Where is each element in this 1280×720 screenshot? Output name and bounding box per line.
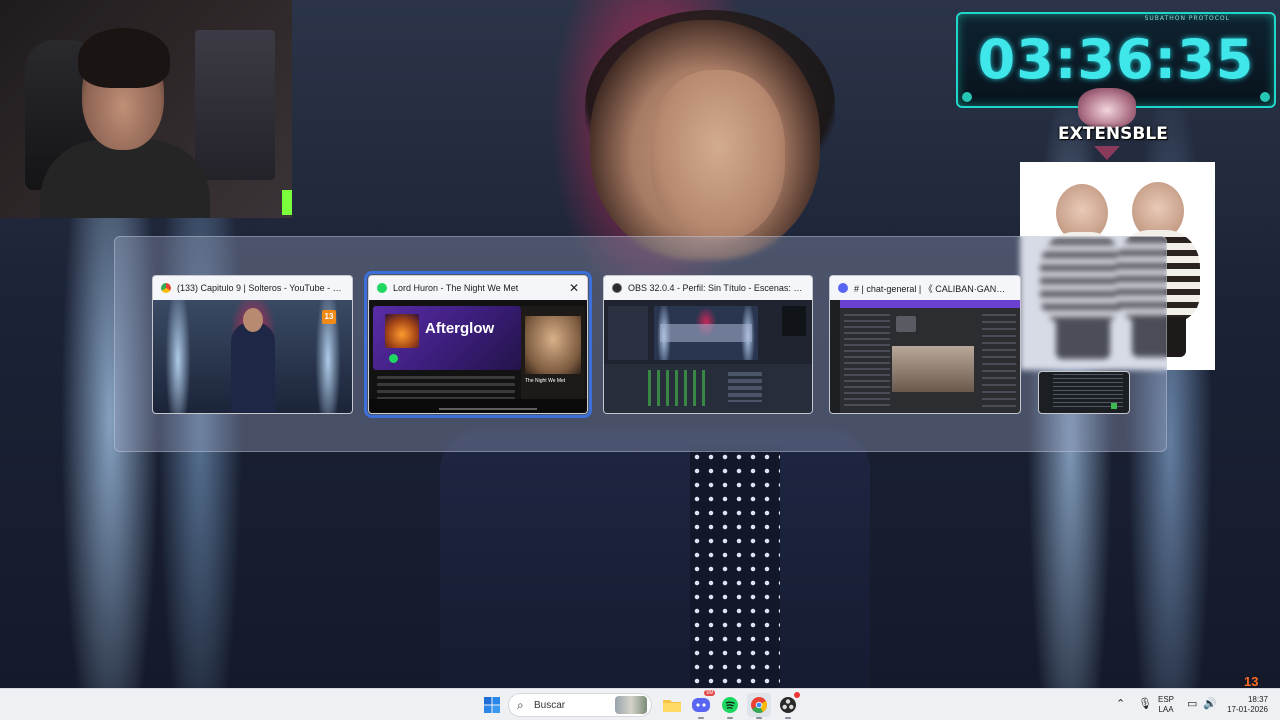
neon-light [282, 190, 292, 215]
search-highlight-image [615, 696, 647, 714]
obs-icon[interactable] [776, 692, 800, 719]
album-title: Afterglow [425, 320, 495, 337]
window-preview [604, 300, 812, 413]
channel-logo-icon: 13 [1244, 674, 1259, 689]
window-title: OBS 32.0.4 - Perfil: Sin Título - Escena… [628, 283, 804, 293]
chrome-icon[interactable] [747, 693, 771, 719]
timer-corner-icon [1260, 92, 1270, 102]
display-icon[interactable]: ▭ [1187, 697, 1197, 710]
timer-value: 03:36:35 [977, 28, 1255, 91]
recording-dot-icon [794, 692, 800, 698]
window-thumb-spotify[interactable]: Lord Huron - The Night We Met ✕ Afterglo… [364, 271, 592, 418]
window-switcher: (133) Capitulo 9 | Solteros - YouTube - … [114, 236, 1167, 452]
microphone-icon[interactable]: 🎙 [1138, 697, 1152, 710]
window-thumb-youtube[interactable]: (133) Capitulo 9 | Solteros - YouTube - … [152, 275, 353, 414]
window-preview: Afterglow The Night We Met [369, 300, 587, 413]
clock-time: 18:37 [1247, 695, 1268, 704]
taskbar-search[interactable]: ⌕ Buscar [508, 693, 652, 717]
file-explorer-icon[interactable] [660, 693, 684, 717]
notification-badge: 99 [704, 690, 715, 696]
discord-icon[interactable]: 99 [689, 690, 715, 719]
now-playing-caption: The Night We Met [525, 378, 566, 384]
window-preview [1039, 372, 1129, 413]
discord-icon [838, 283, 848, 293]
taskbar: ⌕ Buscar 99 ⌃ 🎙 ESP LAA ▭ 🔊 18:37 17-01-… [0, 688, 1280, 720]
speaker-icon[interactable]: 🔊 [1203, 697, 1217, 710]
streamer-hair [78, 28, 170, 88]
channel-logo-icon: 13 [322, 310, 336, 324]
host-shirt [690, 450, 780, 688]
webcam-shelf [195, 30, 275, 180]
host-face [650, 70, 785, 240]
window-title: # | chat-general | 《 CALIBAN·GANG 》- ... [854, 283, 1012, 294]
mascot-chin [1094, 146, 1120, 160]
chevron-up-icon[interactable]: ⌃ [1116, 697, 1125, 710]
mascot-mask-icon [1078, 88, 1136, 128]
search-placeholder: Buscar [534, 700, 566, 711]
webcam-overlay [0, 0, 292, 218]
window-thumb-terminal[interactable] [1038, 371, 1130, 414]
clock-date: 17-01-2026 [1227, 705, 1268, 714]
mascot-logo: EXTENSBLE [1058, 88, 1168, 160]
window-title: Lord Huron - The Night We Met [393, 283, 519, 293]
window-title: (133) Capitulo 9 | Solteros - YouTube - … [177, 283, 344, 293]
obs-icon [612, 283, 622, 293]
spotify-icon[interactable] [718, 693, 742, 719]
player-bar [369, 399, 587, 413]
language-indicator[interactable]: ESP LAA [1158, 695, 1174, 715]
window-preview: 13 [153, 300, 352, 413]
timer-corner-icon [962, 92, 972, 102]
spotify-icon [377, 283, 387, 293]
host-body [440, 430, 870, 688]
search-icon: ⌕ [517, 698, 524, 712]
close-icon[interactable]: ✕ [569, 281, 579, 295]
streamer-body [40, 140, 210, 218]
window-thumb-discord[interactable]: # | chat-general | 《 CALIBAN·GANG 》- ... [829, 275, 1021, 414]
chrome-icon [161, 283, 171, 293]
play-icon [389, 354, 398, 363]
now-playing-art [525, 316, 581, 374]
start-icon[interactable] [480, 693, 504, 717]
timer-label: SUBATHON PROTOCOL [1144, 15, 1230, 22]
window-thumb-obs[interactable]: OBS 32.0.4 - Perfil: Sin Título - Escena… [603, 275, 813, 414]
window-preview [830, 300, 1020, 413]
audio-mixer [648, 370, 708, 406]
mascot-brand: EXTENSBLE [1058, 124, 1168, 144]
system-clock[interactable]: 18:37 17-01-2026 [1222, 695, 1268, 715]
album-cover [385, 314, 419, 348]
